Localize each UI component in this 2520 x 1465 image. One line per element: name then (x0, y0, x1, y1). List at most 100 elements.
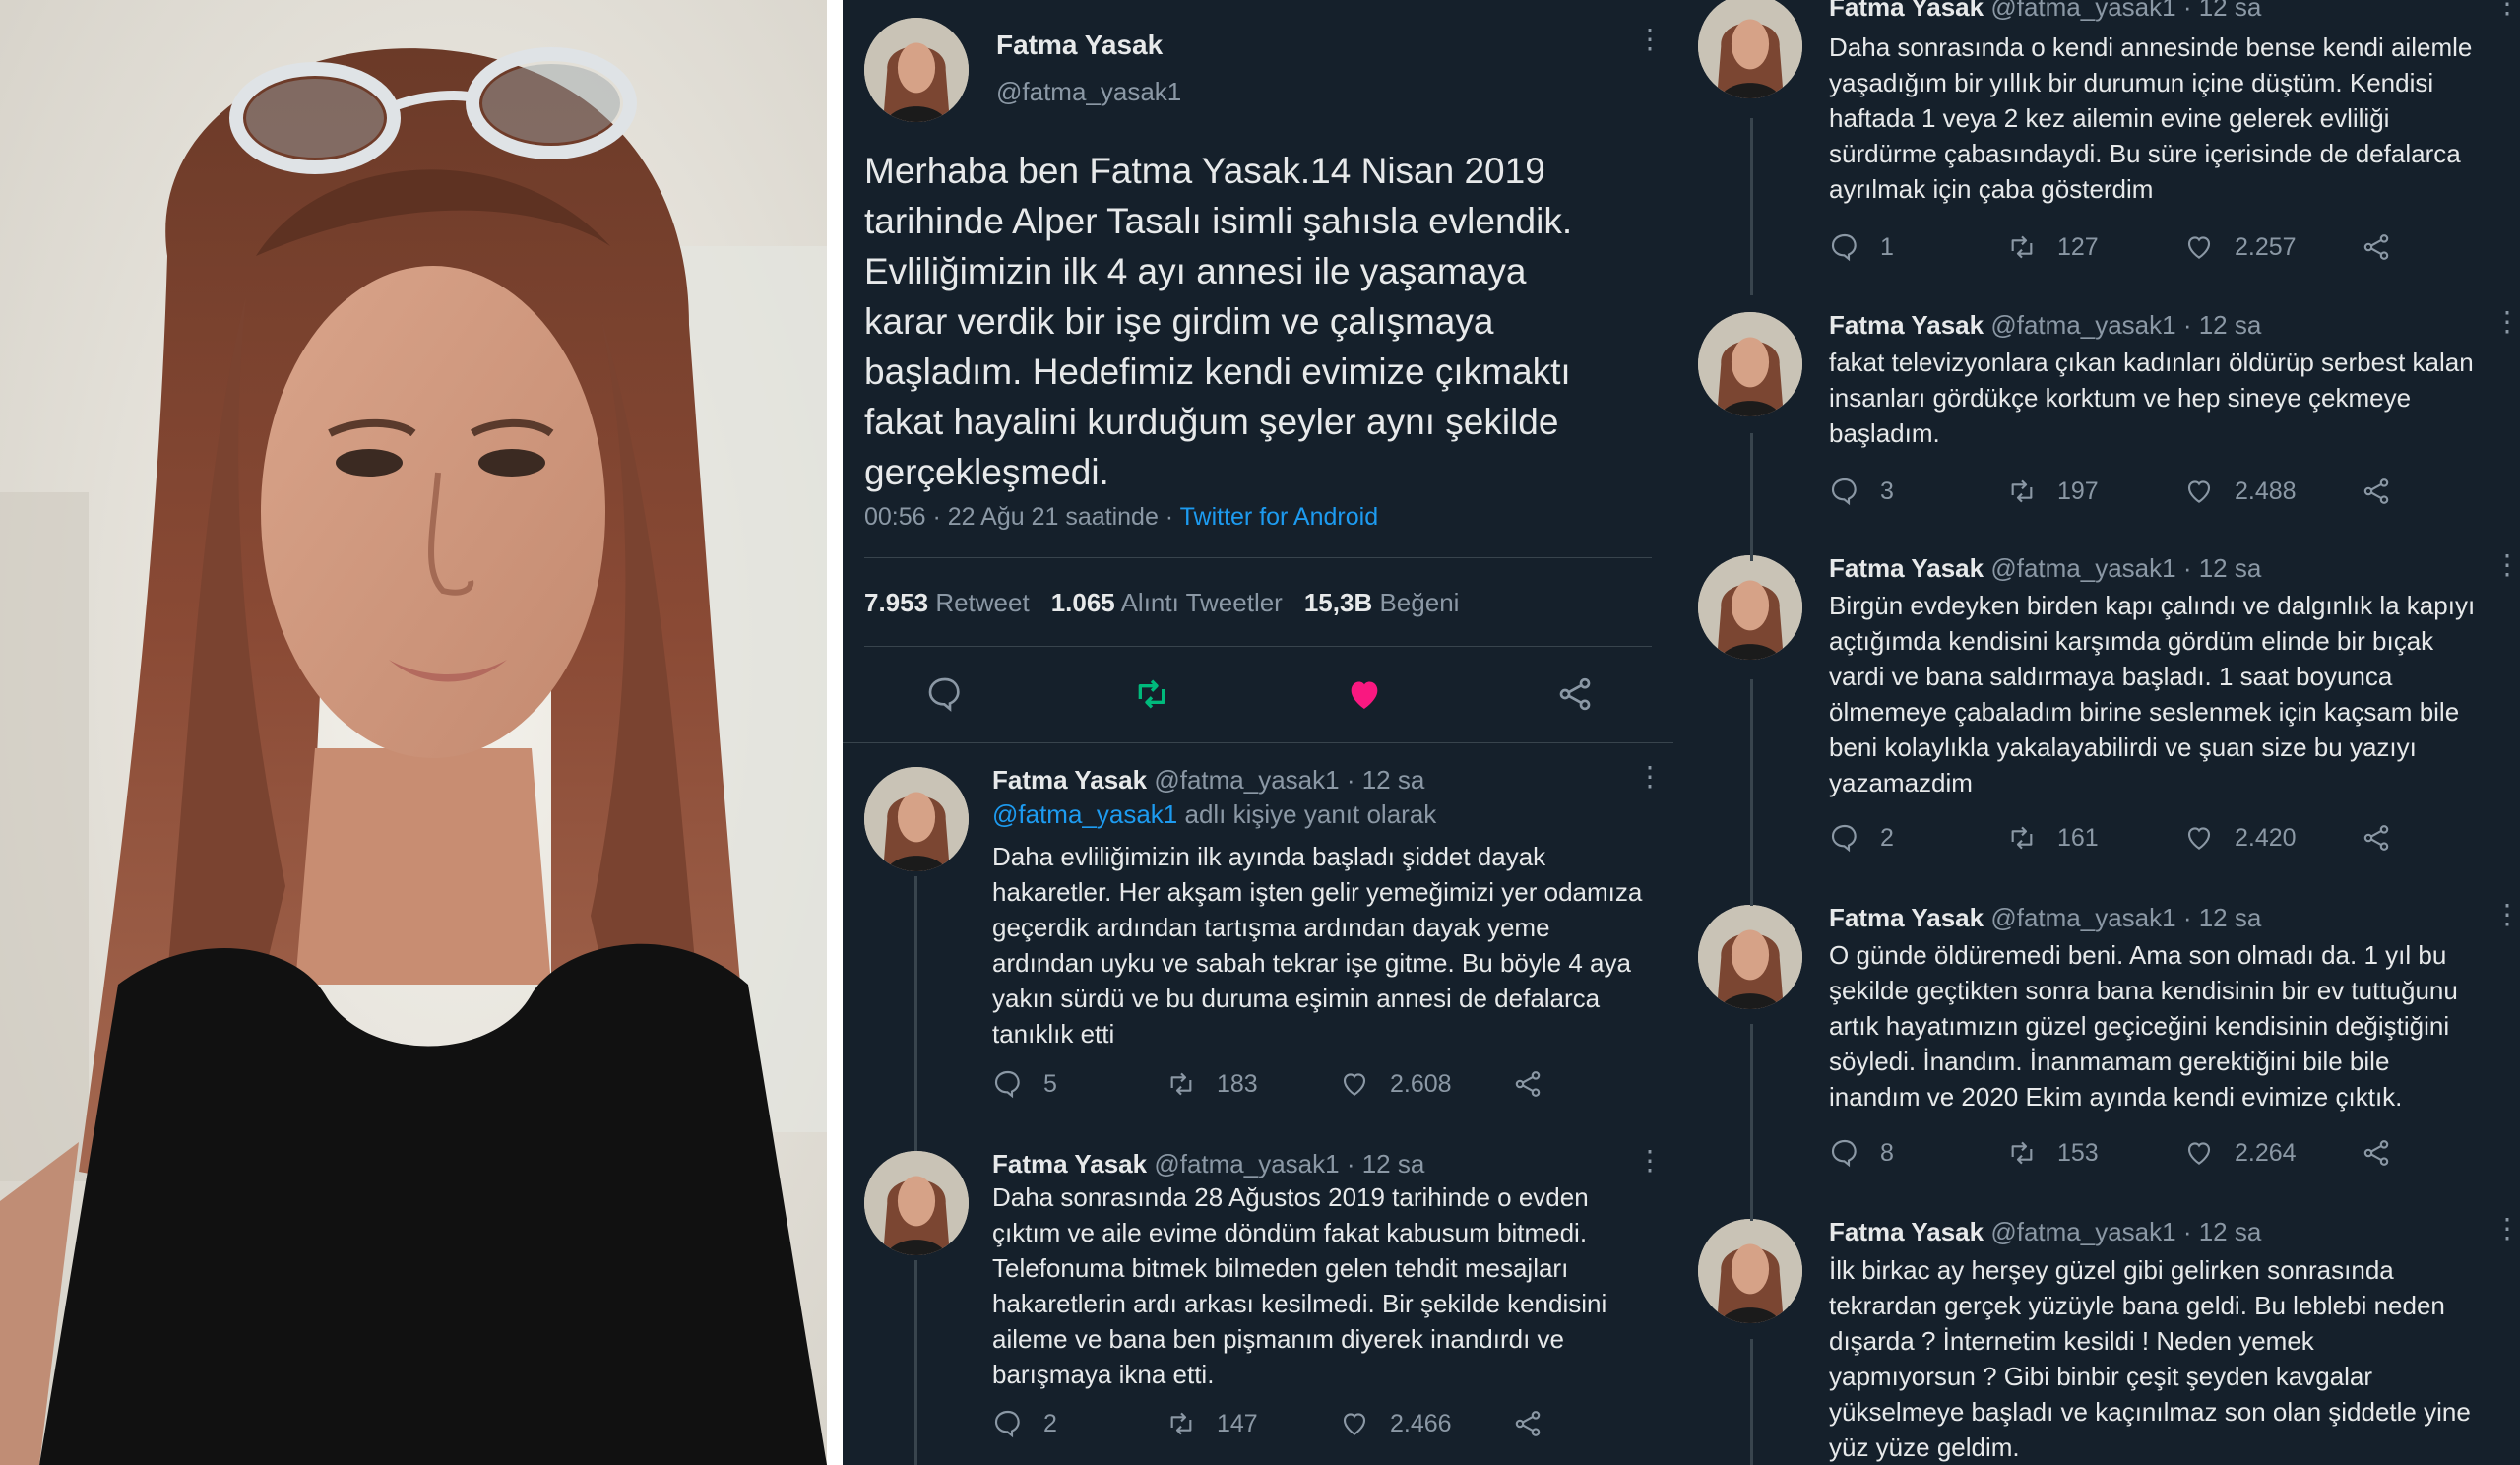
more-options-icon[interactable]: ⋮ (1636, 1147, 1664, 1175)
woman-photo (0, 0, 827, 1465)
like-icon (1339, 1408, 1390, 1439)
tweet-text-line: O günde öldüremedi beni. Ama son olmadı … (1829, 940, 2447, 970)
avatar[interactable] (1698, 1219, 1802, 1323)
reply-button[interactable]: 8 (1829, 1137, 1894, 1169)
tweet-text-line: şekilde geçtikten sonra bana kendisinin … (1829, 976, 2458, 1005)
tweet-text-line: gerçekleşmedi. (864, 452, 1109, 492)
author-name[interactable]: Fatma Yasak (996, 30, 1163, 61)
tweet-text: Birgün evdeyken birden kapı çalındı ve d… (1829, 588, 2475, 800)
retweet-stat[interactable]: 7.953 Retweet (864, 588, 1030, 618)
retweet-icon[interactable] (1132, 674, 1171, 714)
reply-button[interactable]: 2 (992, 1408, 1057, 1439)
author-handle[interactable]: @fatma_yasak1 (1154, 1149, 1339, 1178)
reply-button[interactable]: 5 (992, 1068, 1057, 1100)
tweet-text-line: açtığımda kendisini karşımda gördüm elin… (1829, 626, 2434, 656)
tweet-time[interactable]: · 12 sa (2183, 1217, 2262, 1246)
more-options-icon[interactable]: ⋮ (1636, 763, 1664, 791)
author-name[interactable]: Fatma Yasak (1829, 0, 1984, 22)
avatar[interactable] (1698, 0, 1802, 98)
tweet-time[interactable]: · 12 sa (1347, 765, 1425, 795)
avatar[interactable] (864, 18, 969, 122)
like-button[interactable]: 2.420 (2183, 822, 2297, 854)
retweet-button[interactable]: 183 (1166, 1068, 1258, 1100)
like-button[interactable]: 2.257 (2183, 231, 2297, 263)
author-handle[interactable]: @fatma_yasak1 (1990, 553, 2175, 583)
tweet-text-line: Merhaba ben Fatma Yasak.14 Nisan 2019 (864, 151, 1545, 191)
reply-count: 5 (1043, 1069, 1057, 1098)
author-name[interactable]: Fatma Yasak (1829, 310, 1984, 340)
retweet-button[interactable]: 127 (2006, 231, 2099, 263)
more-options-icon[interactable]: ⋮ (2493, 551, 2520, 579)
share-button[interactable] (1512, 1408, 1563, 1439)
avatar[interactable] (864, 1151, 969, 1255)
share-button[interactable] (2361, 476, 2412, 507)
retweet-button[interactable]: 153 (2006, 1137, 2099, 1169)
share-button[interactable] (1512, 1068, 1563, 1100)
tweet-text-line: çıktım ve aile evime döndüm fakat kabusu… (992, 1218, 1588, 1247)
avatar[interactable] (1698, 312, 1802, 416)
author-handle[interactable]: @fatma_yasak1 (1990, 310, 2175, 340)
like-count: 2.608 (1390, 1069, 1452, 1098)
source-link[interactable]: Twitter for Android (1180, 503, 1378, 531)
like-button[interactable]: 2.466 (1339, 1408, 1452, 1439)
retweet-button[interactable]: 197 (2006, 476, 2099, 507)
reply-button[interactable]: 3 (1829, 476, 1894, 507)
tweet-text: Daha sonrasında o kendi annesinde bense … (1829, 30, 2472, 207)
share-icon (2361, 476, 2412, 507)
thread-line (914, 876, 917, 1152)
reply-button[interactable]: 1 (1829, 231, 1894, 263)
share-button[interactable] (2361, 1137, 2412, 1169)
author-name[interactable]: Fatma Yasak (992, 1149, 1147, 1178)
tweet-text-line: Daha evliliğimizin ilk ayında başladı şi… (992, 842, 1546, 871)
retweet-button[interactable]: 147 (1166, 1408, 1258, 1439)
tweet-time[interactable]: · 12 sa (1347, 1149, 1425, 1178)
like-button[interactable]: 2.608 (1339, 1068, 1452, 1100)
more-options-icon[interactable]: ⋮ (2493, 308, 2520, 336)
like-icon (1339, 1068, 1390, 1100)
tweet-time[interactable]: · 12 sa (2183, 0, 2262, 22)
tweet-time[interactable]: · 12 sa (2183, 553, 2262, 583)
like-button[interactable]: 2.264 (2183, 1137, 2297, 1169)
thread-line (1750, 679, 1753, 906)
reply-button[interactable]: 2 (1829, 822, 1894, 854)
author-handle[interactable]: @fatma_yasak1 (1990, 903, 2175, 932)
reply-icon (1829, 1137, 1880, 1169)
tweet-text-line: hakaretlerin ardı arkası kesilmedi. Bir … (992, 1289, 1607, 1318)
tweet-text-line: Daha sonrasında 28 Ağustos 2019 tarihind… (992, 1182, 1589, 1212)
share-button[interactable] (2361, 231, 2412, 263)
tweet-time[interactable]: · 12 sa (2183, 903, 2262, 932)
replying-handle-link[interactable]: @fatma_yasak1 (992, 799, 1177, 829)
author-name[interactable]: Fatma Yasak (1829, 553, 1984, 583)
author-handle[interactable]: @fatma_yasak1 (1154, 765, 1339, 795)
author-handle[interactable]: @fatma_yasak1 (1990, 1217, 2175, 1246)
more-options-icon[interactable]: ⋮ (2493, 901, 2520, 928)
tweet-text-line: yazamazdim (1829, 768, 1973, 797)
author-name[interactable]: Fatma Yasak (992, 765, 1147, 795)
avatar[interactable] (864, 767, 969, 871)
retweet-icon (2006, 231, 2057, 263)
author-handle[interactable]: @fatma_yasak1 (996, 77, 1181, 107)
like-count: 2.488 (2235, 477, 2297, 505)
thread-line (1750, 118, 1753, 295)
share-icon[interactable] (1555, 674, 1595, 714)
author-name[interactable]: Fatma Yasak (1829, 903, 1984, 932)
more-options-icon[interactable]: ⋮ (2493, 0, 2520, 18)
share-icon (1512, 1408, 1563, 1439)
quote-stat[interactable]: 1.065 Alıntı Tweetler (1051, 588, 1283, 618)
tweet-header: Fatma Yasak @fatma_yasak1 · 12 sa (1829, 0, 2261, 23)
retweet-button[interactable]: 161 (2006, 822, 2099, 854)
like-filled-icon[interactable] (1345, 674, 1384, 714)
share-button[interactable] (2361, 822, 2412, 854)
author-name[interactable]: Fatma Yasak (1829, 1217, 1984, 1246)
more-options-icon[interactable]: ⋮ (2493, 1215, 2520, 1242)
reply-icon[interactable] (925, 674, 965, 714)
avatar[interactable] (1698, 555, 1802, 660)
like-count: 2.264 (2235, 1138, 2297, 1167)
more-options-icon[interactable]: ⋮ (1636, 26, 1664, 53)
tweet-time[interactable]: · 12 sa (2183, 310, 2262, 340)
avatar[interactable] (1698, 905, 1802, 1009)
author-handle[interactable]: @fatma_yasak1 (1990, 0, 2175, 22)
like-button[interactable]: 2.488 (2183, 476, 2297, 507)
like-stat[interactable]: 15,3B Beğeni (1304, 588, 1460, 618)
tweet-text-line: aileme ve bana ben pişmanım diyerek inan… (992, 1324, 1564, 1354)
